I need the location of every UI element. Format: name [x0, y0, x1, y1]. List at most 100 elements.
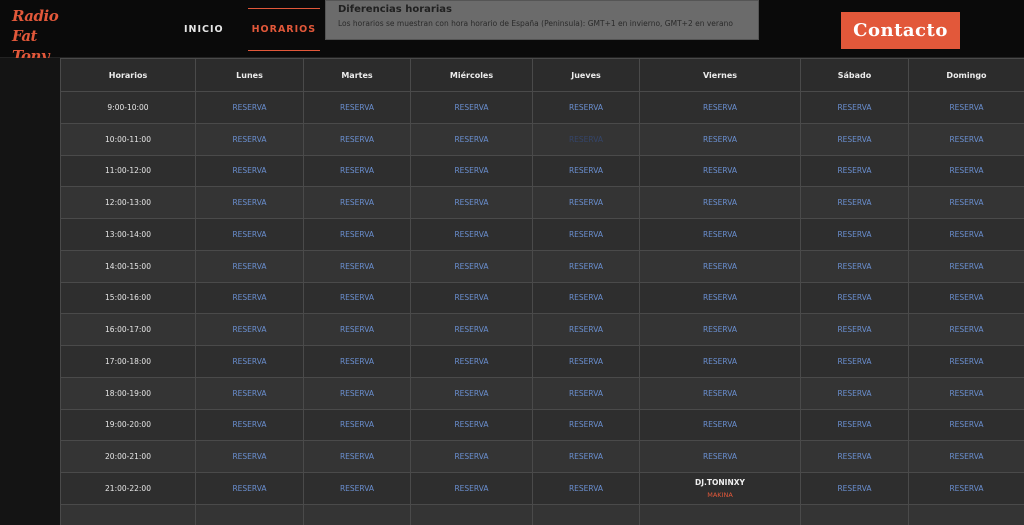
reserva-link[interactable]: RESERVA	[908, 122, 1024, 156]
reserva-link[interactable]: RESERVA	[908, 313, 1024, 346]
reserva-link[interactable]: RESERVA	[908, 408, 1024, 442]
reserva-link[interactable]: RESERVA	[800, 281, 909, 315]
reserva-link[interactable]: RESERVA	[639, 122, 801, 156]
reserva-link[interactable]: RESERVA	[303, 408, 411, 442]
reserva-link[interactable]: RESERVA	[410, 472, 533, 505]
reserva-link[interactable]: RESERVA	[532, 472, 640, 505]
reserva-link[interactable]: RESERVA	[195, 154, 304, 188]
reserva-link[interactable]: RESERVA	[303, 472, 411, 505]
radio-fat-tony-logo[interactable]: Radio Fat Tony	[12, 6, 74, 65]
reserva-link[interactable]: RESERVA	[195, 186, 304, 219]
reserva-link[interactable]: RESERVA	[532, 313, 640, 346]
reserva-link[interactable]: RESERVA	[908, 186, 1024, 219]
table-row: 13:00-14:00 RESERVA RESERVA RESERVA RESERVA R…	[60, 218, 1024, 251]
reserva-link[interactable]: RESERVA	[639, 345, 801, 378]
reserva-link[interactable]: RESERVA	[195, 472, 304, 505]
dj-genre: MAKINA	[707, 490, 733, 499]
reserva-link[interactable]: RESERVA	[532, 345, 640, 378]
column-header-day-2: Martes	[303, 58, 411, 92]
reserva-link[interactable]: RESERVA	[639, 186, 801, 219]
reserva-link[interactable]: RESERVA	[410, 186, 533, 219]
reserva-link[interactable]: RESERVA	[908, 218, 1024, 251]
reserva-link[interactable]: RESERVA	[800, 249, 909, 283]
reserva-link[interactable]: RESERVA	[800, 376, 909, 410]
reserva-link[interactable]: RESERVA	[800, 186, 909, 219]
reserva-link[interactable]: RESERVA	[303, 345, 411, 378]
reserva-link[interactable]: RESERVA	[195, 281, 304, 315]
reserva-link[interactable]: RESERVA	[303, 376, 411, 410]
reserva-link[interactable]: RESERVA	[303, 186, 411, 219]
reserva-link[interactable]: RESERVA	[800, 122, 909, 156]
reserva-link[interactable]: RESERVA	[800, 440, 909, 473]
reserva-link[interactable]: RESERVA	[410, 313, 533, 346]
reserva-link[interactable]: RESERVA	[303, 249, 411, 283]
reserva-link[interactable]: RESERVA	[800, 313, 909, 346]
reserva-link[interactable]: RESERVA	[410, 376, 533, 410]
reserva-link[interactable]: RESERVA	[303, 218, 411, 251]
reserva-link[interactable]: RESERVA	[195, 122, 304, 156]
reserva-link[interactable]: RESERVA	[303, 122, 411, 156]
reserva-link[interactable]: RESERVA	[532, 91, 640, 124]
reserva-link[interactable]: RESERVA	[800, 91, 909, 124]
reserva-link[interactable]: RESERVA	[639, 91, 801, 124]
reserva-link[interactable]: RESERVA	[303, 91, 411, 124]
reserva-link[interactable]: RESERVA	[195, 440, 304, 473]
reserva-link[interactable]: RESERVA	[195, 249, 304, 283]
nav-item-inicio[interactable]: INICIO	[180, 18, 228, 41]
reserva-link[interactable]: RESERVA	[908, 249, 1024, 283]
reserva-link[interactable]: RESERVA	[908, 154, 1024, 188]
reserva-link[interactable]: RESERVA	[532, 186, 640, 219]
reserva-link[interactable]: RESERVA	[908, 472, 1024, 505]
reserva-link[interactable]: RESERVA	[800, 408, 909, 442]
reserva-link[interactable]: RESERVA	[908, 440, 1024, 473]
reserva-link[interactable]: RESERVA	[639, 281, 801, 315]
reserva-link[interactable]: RESERVA	[303, 154, 411, 188]
reserva-link[interactable]: RESERVA	[410, 122, 533, 156]
reserva-link[interactable]: RESERVA	[532, 154, 640, 188]
reserva-link[interactable]: RESERVA	[639, 376, 801, 410]
table-row: 18:00-19:00 RESERVA RESERVA RESERVA RESERVA R…	[60, 376, 1024, 410]
reserva-link[interactable]: RESERVA	[532, 249, 640, 283]
reserva-link[interactable]: RESERVA	[303, 313, 411, 346]
reserva-link[interactable]: RESERVA	[639, 313, 801, 346]
nav-item-horarios[interactable]: HORARIOS	[247, 7, 321, 51]
reserva-link[interactable]: RESERVA	[800, 345, 909, 378]
reserva-link[interactable]: RESERVA	[532, 122, 640, 156]
booked-slot[interactable]: DJ.TONINXY MAKINA	[639, 472, 801, 505]
reserva-link[interactable]: RESERVA	[800, 218, 909, 251]
reserva-link[interactable]: RESERVA	[410, 249, 533, 283]
reserva-link[interactable]: RESERVA	[639, 408, 801, 442]
reserva-link[interactable]: RESERVA	[303, 281, 411, 315]
reserva-link[interactable]: RESERVA	[410, 345, 533, 378]
reserva-link[interactable]: RESERVA	[532, 218, 640, 251]
reserva-link[interactable]: RESERVA	[410, 154, 533, 188]
reserva-link[interactable]: RESERVA	[410, 440, 533, 473]
reserva-link[interactable]: RESERVA	[532, 281, 640, 315]
reserva-link[interactable]: RESERVA	[410, 91, 533, 124]
reserva-link[interactable]: RESERVA	[195, 376, 304, 410]
reserva-link[interactable]: RESERVA	[195, 313, 304, 346]
reserva-link[interactable]: RESERVA	[908, 281, 1024, 315]
reserva-link[interactable]: RESERVA	[908, 376, 1024, 410]
empty-cell	[800, 503, 909, 525]
contact-button[interactable]: Contacto	[841, 12, 960, 49]
reserva-link[interactable]: RESERVA	[410, 281, 533, 315]
reserva-link[interactable]: RESERVA	[908, 345, 1024, 378]
reserva-link[interactable]: RESERVA	[410, 408, 533, 442]
reserva-link[interactable]: RESERVA	[639, 249, 801, 283]
reserva-link[interactable]: RESERVA	[639, 218, 801, 251]
reserva-link[interactable]: RESERVA	[195, 408, 304, 442]
reserva-link[interactable]: RESERVA	[195, 345, 304, 378]
reserva-link[interactable]: RESERVA	[410, 218, 533, 251]
reserva-link[interactable]: RESERVA	[532, 408, 640, 442]
reserva-link[interactable]: RESERVA	[532, 376, 640, 410]
reserva-link[interactable]: RESERVA	[195, 218, 304, 251]
reserva-link[interactable]: RESERVA	[532, 440, 640, 473]
reserva-link[interactable]: RESERVA	[303, 440, 411, 473]
reserva-link[interactable]: RESERVA	[800, 472, 909, 505]
reserva-link[interactable]: RESERVA	[639, 440, 801, 473]
reserva-link[interactable]: RESERVA	[800, 154, 909, 188]
reserva-link[interactable]: RESERVA	[195, 91, 304, 124]
reserva-link[interactable]: RESERVA	[639, 154, 801, 188]
reserva-link[interactable]: RESERVA	[908, 91, 1024, 124]
